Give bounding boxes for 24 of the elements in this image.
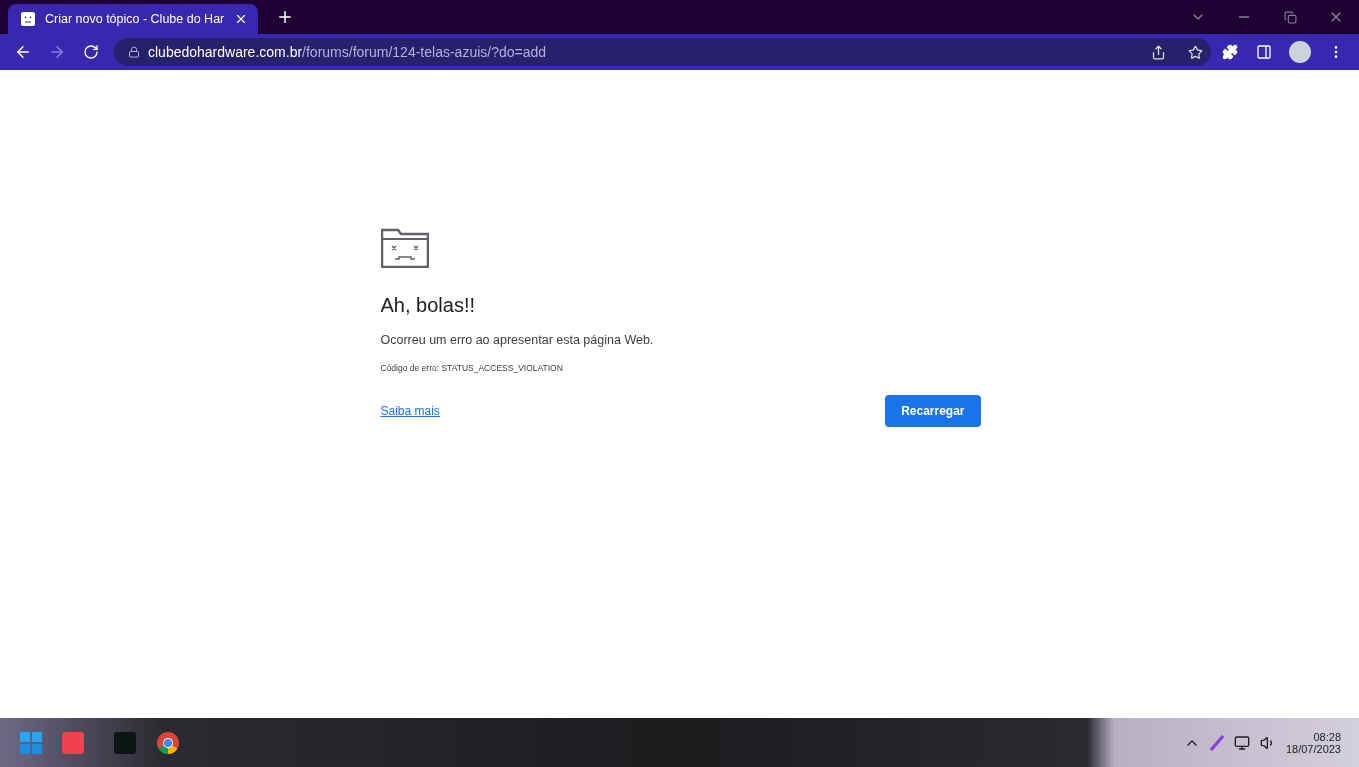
error-code: Código de erro: STATUS_ACCESS_VIOLATION	[380, 363, 564, 373]
reload-button[interactable]: Recarregar	[885, 395, 981, 427]
restore-icon[interactable]	[1283, 10, 1297, 24]
lock-icon	[128, 46, 140, 58]
avatar[interactable]	[1289, 41, 1311, 63]
windows-start-icon[interactable]	[20, 731, 42, 754]
address-bar[interactable]: clubedohardware.com.br/forums/forum/124-telas-azuis/?do=add	[114, 38, 1211, 66]
tab-title: Criar novo tópico - Clube do Har	[45, 12, 225, 26]
browser-icon[interactable]	[156, 730, 180, 755]
puzzle-icon[interactable]	[1222, 44, 1238, 60]
browser-tab[interactable]: Criar novo tópico - Clube do Har	[8, 4, 259, 34]
share-icon[interactable]	[1151, 44, 1166, 60]
clock-date: 18/07/2023	[1285, 742, 1341, 755]
star-icon[interactable]	[1188, 44, 1203, 60]
reload-icon[interactable]	[83, 44, 99, 60]
sad-folder-icon	[380, 228, 429, 268]
clock-time: 08:28	[1313, 730, 1341, 743]
forward-arrow-icon[interactable]	[48, 43, 66, 61]
learn-more-link[interactable]: Saiba mais	[380, 404, 440, 418]
error-heading: Ah, bolas!!	[380, 294, 476, 317]
error-message: Ocorreu um erro ao apresentar esta página Web.	[380, 333, 655, 347]
sad-page-icon	[21, 12, 35, 26]
side-panel-icon[interactable]	[1256, 44, 1272, 60]
url-text: clubedohardware.com.br/forums/forum/124-telas-azuis/?do=add	[148, 44, 548, 60]
